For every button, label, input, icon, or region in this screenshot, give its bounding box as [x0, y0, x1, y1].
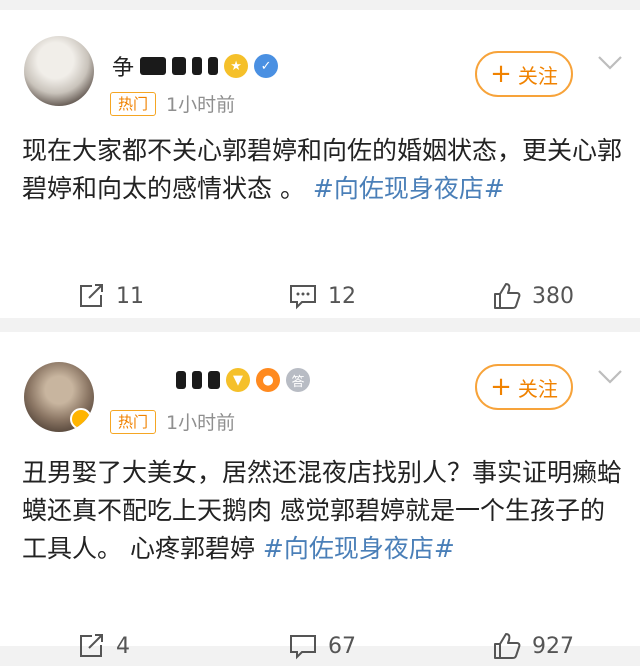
- post-meta: 热门 1小时前: [110, 408, 235, 435]
- masked-name: [208, 57, 219, 75]
- plus-icon: +: [490, 372, 512, 402]
- post-text: 丑男娶了大美女，居然还混夜店找别人？事实证明癞蛤蟆还真不配吃上天鹅肉 感觉郭碧婷…: [22, 454, 626, 568]
- follow-label: 关注: [517, 63, 558, 88]
- masked-name: [172, 57, 187, 75]
- post-card: ▼ ● 答 热门 1小时前 + 关注 丑男娶了大美女，居然还混夜店找别人？事实证…: [0, 332, 640, 660]
- like-button[interactable]: 380: [492, 281, 574, 311]
- follow-label: 关注: [517, 376, 558, 401]
- comment-count: 67: [328, 633, 356, 659]
- comment-button[interactable]: 67: [288, 631, 356, 661]
- like-icon: [494, 633, 521, 659]
- post-time: 1小时前: [166, 94, 236, 116]
- masked-name: [176, 371, 186, 389]
- username[interactable]: ▼ ● 答: [112, 368, 310, 392]
- post-card: 争 ★ ✓ 热门 1小时前 + 关注 现在大家都不关心郭碧婷和向佐的婚姻状态，更…: [0, 10, 640, 318]
- post-actions: 4 67 927: [0, 626, 640, 666]
- hot-badge: 热门: [110, 91, 157, 116]
- hashtag-link[interactable]: #向佐现身夜店#: [263, 534, 455, 563]
- repost-icon: [80, 634, 103, 657]
- comment-icon: [290, 635, 316, 660]
- repost-count: 4: [116, 633, 130, 659]
- masked-name: [192, 57, 203, 75]
- avatar-badge-icon: [70, 408, 92, 430]
- verified-icon: ✓: [254, 54, 279, 78]
- avatar[interactable]: [24, 36, 94, 106]
- repost-button[interactable]: 4: [76, 631, 130, 661]
- chevron-down-icon[interactable]: [597, 368, 623, 386]
- like-button[interactable]: 927: [492, 631, 574, 661]
- vip-medal-icon: ▼: [226, 368, 250, 392]
- comment-button[interactable]: 12: [288, 281, 356, 311]
- follow-button[interactable]: + 关注: [475, 364, 573, 410]
- plus-icon: +: [490, 59, 512, 89]
- masked-name: [192, 371, 202, 389]
- hashtag-link[interactable]: #向佐现身夜店#: [313, 174, 505, 203]
- answer-medal-icon: 答: [286, 368, 310, 392]
- avatar[interactable]: [24, 362, 94, 432]
- level-medal-icon: ★: [224, 54, 249, 78]
- like-count: 927: [532, 633, 574, 659]
- masked-name: [208, 371, 220, 389]
- fish-medal-icon: ●: [256, 368, 280, 392]
- like-count: 380: [532, 283, 574, 309]
- username-text: 争: [112, 56, 135, 81]
- chevron-down-icon[interactable]: [597, 54, 623, 72]
- follow-button[interactable]: + 关注: [475, 51, 573, 97]
- username[interactable]: 争 ★ ✓: [112, 50, 279, 82]
- post-actions: 11 12 380: [0, 276, 640, 316]
- hot-badge: 热门: [110, 409, 157, 434]
- repost-icon: [80, 284, 103, 307]
- masked-name: [140, 57, 167, 75]
- post-text: 现在大家都不关心郭碧婷和向佐的婚姻状态，更关心郭碧婷和向太的感情状态 。 #向佐…: [22, 132, 626, 208]
- repost-button[interactable]: 11: [76, 281, 144, 311]
- repost-count: 11: [116, 283, 144, 309]
- comment-count: 12: [328, 283, 356, 309]
- like-icon: [494, 283, 521, 309]
- post-meta: 热门 1小时前: [110, 90, 235, 117]
- post-time: 1小时前: [166, 412, 236, 434]
- comment-icon: [290, 285, 316, 310]
